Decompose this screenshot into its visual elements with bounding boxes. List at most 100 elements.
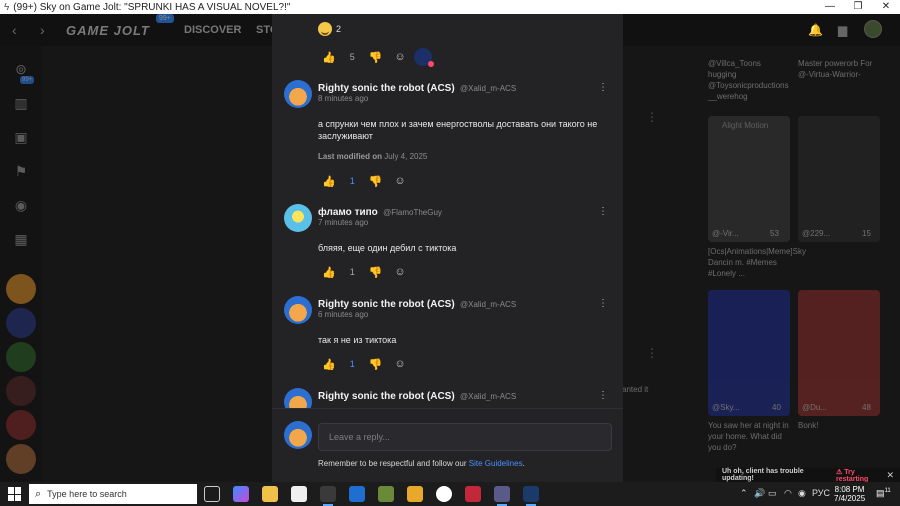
- input-language[interactable]: РУС: [812, 488, 830, 498]
- more-options-icon[interactable]: ⋮: [598, 298, 608, 309]
- post-card[interactable]: @229... 15: [798, 116, 880, 242]
- comment-thread[interactable]: 2 👍 5 👎 ☺ Righty sonic the robot (ACS) @…: [272, 14, 623, 408]
- bell-icon[interactable]: 🔔: [808, 23, 823, 37]
- windows-start-icon[interactable]: [8, 487, 22, 501]
- copilot-icon[interactable]: [233, 486, 249, 502]
- community-avatar[interactable]: [6, 308, 36, 338]
- commenter-handle[interactable]: @FlamoTheGuy: [383, 208, 442, 217]
- close-window-button[interactable]: ✕: [872, 0, 900, 14]
- add-reaction-icon[interactable]: ☺: [394, 175, 405, 187]
- library-icon[interactable]: ▦: [12, 230, 30, 248]
- reply-input[interactable]: [318, 423, 612, 451]
- window-title: (99+) Sky on Game Jolt: "SPRUNKI HAS A V…: [13, 1, 291, 13]
- commenter-avatar[interactable]: [284, 388, 312, 408]
- wifi-icon[interactable]: ◠: [784, 488, 792, 499]
- system-clock[interactable]: 8:08 PM 7/4/2025: [834, 485, 865, 503]
- network-icon[interactable]: ▭: [768, 488, 777, 499]
- comment-body: бляяя, еще один дебил с тиктока: [318, 243, 457, 253]
- last-modified: Last modified on July 4, 2025: [318, 152, 427, 161]
- opera-gx-icon[interactable]: [465, 486, 481, 502]
- community-avatar[interactable]: [6, 376, 36, 406]
- commenter-name[interactable]: Righty sonic the robot (ACS): [318, 391, 455, 402]
- like-icon[interactable]: 👍: [322, 175, 336, 188]
- store-app-icon[interactable]: [291, 486, 307, 502]
- more-options-icon[interactable]: ⋮: [598, 82, 608, 93]
- steam-icon[interactable]: [523, 486, 539, 506]
- commenter-handle[interactable]: @Xalid_m-ACS: [460, 84, 516, 93]
- card-caption: Bonk!: [798, 421, 819, 430]
- last-modified-label: Last modified on: [318, 152, 382, 161]
- home-icon[interactable]: ▥: [12, 94, 30, 112]
- sidebar-badge: 99+: [20, 76, 35, 84]
- gamejolt-logo[interactable]: GAME JOLT: [66, 23, 150, 38]
- game-icon[interactable]: [407, 486, 423, 502]
- more-options-icon[interactable]: ⋮: [598, 390, 608, 401]
- comment-time: 8 minutes ago: [318, 94, 369, 103]
- reaction-pill[interactable]: 2: [318, 20, 341, 38]
- like-icon[interactable]: 👍: [322, 266, 336, 279]
- minimize-button[interactable]: —: [816, 0, 844, 14]
- dislike-icon[interactable]: 👎: [369, 358, 383, 371]
- comment-actions: 👍 1 👎 ☺: [322, 264, 406, 280]
- maximize-button[interactable]: ❐: [844, 0, 872, 14]
- commenter-avatar[interactable]: [284, 80, 312, 108]
- forward-arrow-icon[interactable]: ›: [40, 22, 45, 38]
- dislike-icon[interactable]: 👎: [369, 266, 383, 279]
- browser-tray-icon[interactable]: ◉: [798, 488, 806, 499]
- window-controls: — ❐ ✕: [816, 0, 900, 14]
- card-user: @-Vir...: [712, 229, 739, 238]
- add-reaction-icon[interactable]: ☺: [394, 358, 405, 370]
- notification-center-icon[interactable]: ▤11: [876, 488, 891, 499]
- comment-actions: 👍 1 👎 ☺: [322, 356, 406, 372]
- try-restarting-link[interactable]: ⚠ Try restarting: [836, 468, 886, 483]
- like-icon[interactable]: 👍: [322, 358, 336, 371]
- discover-link[interactable]: DISCOVER: [184, 24, 241, 36]
- inventory-icon[interactable]: ▣: [12, 128, 30, 146]
- minecraft-icon[interactable]: [378, 486, 394, 502]
- commenter-handle[interactable]: @Xalid_m-ACS: [460, 392, 516, 401]
- last-modified-date: July 4, 2025: [384, 152, 428, 161]
- taskbar-search[interactable]: ⌕ Type here to search: [29, 484, 197, 504]
- community-avatar[interactable]: [6, 444, 36, 474]
- community-avatar[interactable]: [6, 410, 36, 440]
- commenter-name[interactable]: фламо типо: [318, 207, 378, 218]
- close-toast-icon[interactable]: ✕: [886, 470, 894, 481]
- more-options-icon[interactable]: ⋮: [598, 206, 608, 217]
- community-avatar[interactable]: [6, 274, 36, 304]
- post-card[interactable]: @Sky... 40: [708, 290, 790, 416]
- add-reaction-icon[interactable]: ☺: [394, 266, 405, 278]
- chat-icon[interactable]: ▆: [838, 23, 847, 37]
- yandex-browser-icon[interactable]: [436, 486, 452, 502]
- outlook-icon[interactable]: [349, 486, 365, 502]
- community-avatar[interactable]: [6, 342, 36, 372]
- quests-icon[interactable]: ⚑: [12, 162, 30, 180]
- comment-time: 7 minutes ago: [318, 218, 369, 227]
- card-likes: 48: [862, 403, 871, 412]
- commenter-handle[interactable]: @Xalid_m-ACS: [460, 300, 516, 309]
- gamejolt-app-icon[interactable]: [320, 486, 336, 506]
- site-guidelines-link[interactable]: Site Guidelines: [469, 459, 523, 468]
- file-explorer-icon[interactable]: [262, 486, 278, 502]
- chat-bubble-icon[interactable]: ◉: [12, 196, 30, 214]
- commenter-name[interactable]: Righty sonic the robot (ACS): [318, 299, 455, 310]
- post-card[interactable]: @Du... 48: [798, 290, 880, 416]
- back-arrow-icon[interactable]: ‹: [12, 22, 17, 38]
- card-caption: @Villca_Toons hugging @Toysonicproductio…: [708, 59, 789, 101]
- like-icon[interactable]: 👍: [322, 51, 336, 64]
- task-view-icon[interactable]: [204, 486, 220, 502]
- dislike-icon[interactable]: 👎: [369, 175, 383, 188]
- card-caption: You saw her at night in your home. What …: [708, 421, 789, 452]
- media-app-icon[interactable]: [494, 486, 510, 506]
- commenter-avatar[interactable]: [284, 296, 312, 324]
- dislike-icon[interactable]: 👎: [369, 51, 383, 64]
- add-reaction-icon[interactable]: ☺: [394, 51, 405, 63]
- tray-chevron-icon[interactable]: ⌃: [740, 488, 748, 499]
- commenter-name[interactable]: Righty sonic the robot (ACS): [318, 83, 455, 94]
- comment: Righty sonic the robot (ACS) @Xalid_m-AC…: [284, 388, 614, 408]
- user-avatar[interactable]: [864, 20, 882, 38]
- speaker-icon[interactable]: 🔊: [754, 488, 765, 499]
- more-options-icon[interactable]: ⋮: [646, 346, 658, 360]
- commenter-avatar[interactable]: [284, 204, 312, 232]
- post-card[interactable]: Alight Motion @-Vir... 53: [708, 116, 790, 242]
- more-options-icon[interactable]: ⋮: [646, 110, 658, 124]
